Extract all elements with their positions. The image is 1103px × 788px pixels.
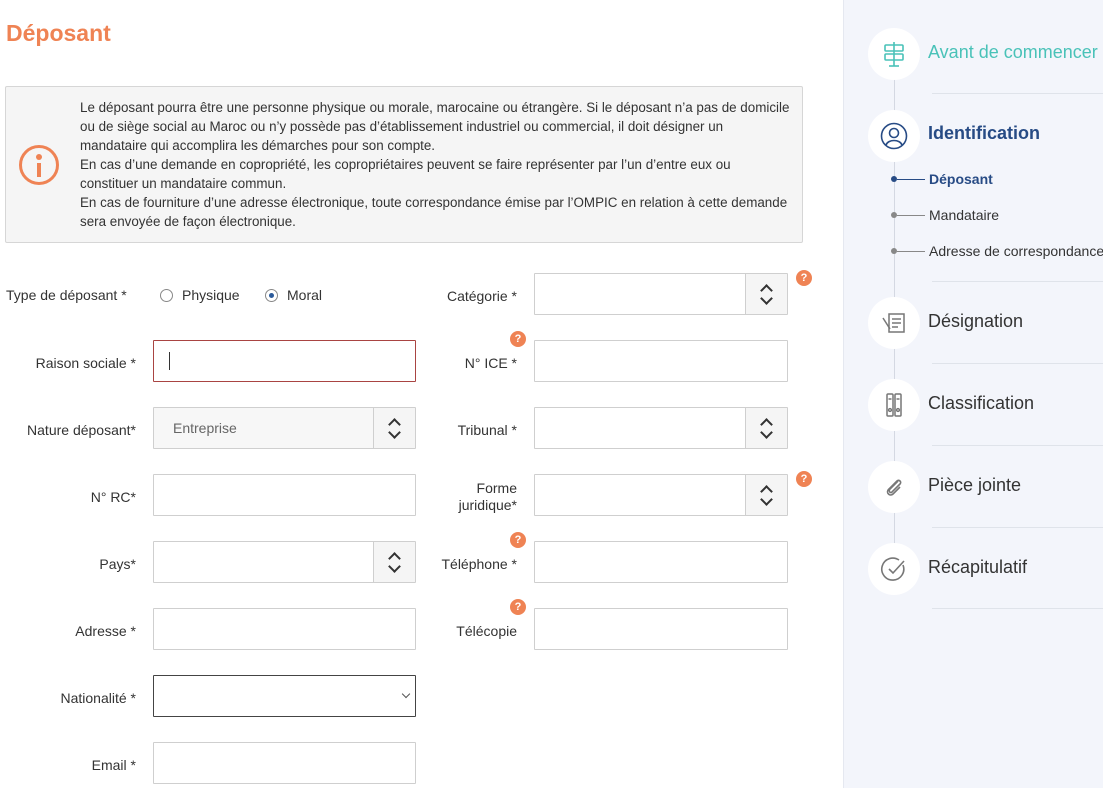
info-box: Le déposant pourra être une personne phy…: [5, 86, 803, 243]
select-arrows-icon[interactable]: [373, 408, 415, 448]
raison-sociale-input[interactable]: [153, 340, 416, 382]
type-deposant-label: Type de déposant *: [6, 287, 127, 303]
substep-connector: [897, 214, 925, 216]
step-divider: [932, 281, 1103, 282]
nature-deposant-value: Entreprise: [173, 420, 237, 436]
info-paragraph: En cas de fourniture d’une adresse élect…: [80, 195, 788, 229]
forme-juridique-select[interactable]: [534, 474, 788, 516]
main-content: Déposant Le déposant pourra être une per…: [0, 0, 843, 788]
email-input[interactable]: [153, 742, 416, 784]
paperclip-icon[interactable]: [868, 461, 920, 513]
help-icon[interactable]: ?: [510, 599, 526, 615]
pays-select[interactable]: [153, 541, 416, 583]
radio-physique[interactable]: Physique: [160, 287, 240, 303]
help-icon[interactable]: ?: [796, 270, 812, 286]
step-divider: [932, 527, 1103, 528]
ice-label: N° ICE *: [464, 355, 517, 371]
tribunal-label: Tribunal *: [457, 422, 517, 438]
tribunal-select[interactable]: [534, 407, 788, 449]
check-circle-icon[interactable]: [868, 543, 920, 595]
stepper-sidebar: Avant de commencer Identification Déposa…: [843, 0, 1103, 788]
adresse-label: Adresse *: [75, 623, 136, 639]
select-arrows-icon[interactable]: [745, 408, 787, 448]
raison-sociale-label: Raison sociale *: [35, 355, 136, 371]
nature-deposant-label: Nature déposant*: [27, 422, 136, 438]
telecopie-label: Télécopie: [456, 623, 517, 639]
substep-label: Adresse de correspondance: [929, 243, 1103, 259]
radio-moral[interactable]: Moral: [265, 287, 322, 303]
substep-label: Déposant: [929, 171, 993, 187]
user-icon[interactable]: [868, 110, 920, 162]
help-icon[interactable]: ?: [510, 331, 526, 347]
forme-juridique-label-line2: juridique*: [458, 497, 517, 513]
substep-connector: [897, 250, 925, 252]
categorie-label: Catégorie *: [446, 288, 517, 304]
page-title: Déposant: [6, 20, 111, 46]
document-pen-icon[interactable]: [868, 297, 920, 349]
forme-juridique-label-line1: Forme: [476, 480, 517, 496]
radio-button[interactable]: [160, 288, 173, 302]
chevron-down-icon: [401, 689, 411, 699]
info-paragraph: Le déposant pourra être une personne phy…: [80, 100, 790, 153]
step-divider: [932, 445, 1103, 446]
info-paragraph: En cas d’une demande en copropriété, les…: [80, 157, 731, 191]
email-label: Email *: [91, 757, 136, 773]
select-arrows-icon[interactable]: [373, 542, 415, 582]
step-recapitulatif[interactable]: Récapitulatif: [928, 557, 1027, 578]
radio-label-physique: Physique: [182, 287, 240, 303]
text-cursor: [169, 352, 170, 370]
info-icon: [19, 145, 59, 185]
step-divider: [932, 363, 1103, 364]
step-divider: [932, 93, 1103, 94]
pays-label: Pays*: [99, 556, 136, 572]
step-avant-de-commencer[interactable]: Avant de commencer: [928, 42, 1098, 63]
ice-input[interactable]: [534, 340, 788, 382]
help-icon[interactable]: ?: [510, 532, 526, 548]
rc-label: N° RC*: [90, 489, 136, 505]
substep-label: Mandataire: [929, 207, 1000, 223]
rc-input[interactable]: [153, 474, 416, 516]
substep-deposant[interactable]: Déposant: [891, 171, 993, 187]
step-classification[interactable]: Classification: [928, 393, 1034, 414]
radio-label-moral: Moral: [287, 287, 323, 303]
help-icon[interactable]: ?: [796, 471, 812, 487]
nationalite-select[interactable]: [153, 675, 416, 717]
substep-connector: [897, 178, 925, 180]
binders-icon[interactable]: [868, 379, 920, 431]
categorie-select[interactable]: [534, 273, 788, 315]
adresse-input[interactable]: [153, 608, 416, 650]
nature-deposant-select[interactable]: Entreprise: [153, 407, 416, 449]
substep-adresse-correspondance[interactable]: Adresse de correspondance: [891, 243, 1103, 259]
radio-button-selected[interactable]: [265, 288, 278, 302]
step-piece-jointe[interactable]: Pièce jointe: [928, 475, 1021, 496]
step-divider: [932, 608, 1103, 609]
step-identification[interactable]: Identification: [928, 123, 1040, 144]
step-designation[interactable]: Désignation: [928, 311, 1023, 332]
telephone-input[interactable]: [534, 541, 788, 583]
select-arrows-icon[interactable]: [745, 475, 787, 515]
info-text: Le déposant pourra être une personne phy…: [80, 98, 792, 231]
telecopie-input[interactable]: [534, 608, 788, 650]
nationalite-label: Nationalité *: [60, 690, 137, 706]
select-arrows-icon[interactable]: [745, 274, 787, 314]
telephone-label: Téléphone *: [441, 556, 517, 572]
signpost-icon[interactable]: [868, 28, 920, 80]
substep-mandataire[interactable]: Mandataire: [891, 207, 1000, 223]
forme-juridique-label: Forme juridique*: [420, 480, 517, 514]
